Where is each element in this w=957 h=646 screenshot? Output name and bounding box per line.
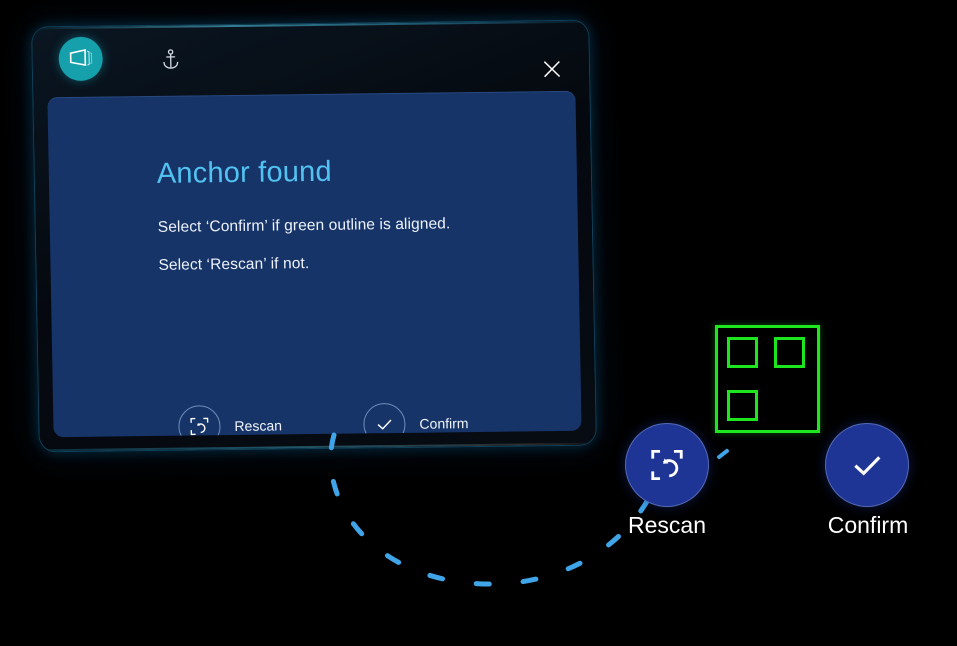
- panel-confirm-button[interactable]: Confirm: [363, 402, 469, 438]
- rescan-frame-refresh-icon: [651, 449, 683, 481]
- hologram-window-glyph: [69, 48, 93, 66]
- hologram-window-icon[interactable]: [58, 36, 104, 82]
- rescan-icon-ring: [178, 405, 221, 438]
- check-icon: [854, 456, 881, 476]
- panel-rescan-button[interactable]: Rescan: [178, 404, 283, 438]
- check-icon: [377, 419, 392, 430]
- floating-rescan-label: Rescan: [628, 512, 706, 538]
- marker-cell-top-left: [727, 337, 758, 368]
- marker-cell-top-right: [774, 337, 805, 368]
- dialog-heading: Anchor found: [156, 155, 333, 190]
- marker-cell-bottom-left: [727, 390, 758, 421]
- anchor-icon[interactable]: [156, 46, 185, 74]
- floating-confirm-label: Confirm: [827, 512, 909, 538]
- panel-titlebar: [32, 21, 589, 100]
- close-icon: [543, 60, 561, 78]
- anchor-dialog-panel: Anchor found Select ‘Confirm’ if green o…: [32, 20, 596, 452]
- floating-confirm-button[interactable]: [825, 423, 909, 507]
- panel-rescan-label: Rescan: [234, 417, 283, 434]
- mixed-reality-scene: Anchor found Select ‘Confirm’ if green o…: [0, 0, 957, 646]
- dialog-instruction-2: Select ‘Rescan’ if not.: [158, 255, 310, 274]
- anchor-qr-marker: [715, 325, 820, 433]
- rescan-frame-refresh-icon: [190, 417, 209, 436]
- dialog-content: Anchor found Select ‘Confirm’ if green o…: [47, 90, 582, 438]
- dialog-instruction-1: Select ‘Confirm’ if green outline is ali…: [157, 215, 451, 236]
- anchor-glyph: [163, 49, 179, 69]
- close-button[interactable]: [537, 54, 568, 84]
- connector-dash-segment: [716, 448, 730, 460]
- floating-rescan-button[interactable]: [625, 423, 709, 507]
- panel-confirm-label: Confirm: [419, 415, 469, 432]
- confirm-icon-ring: [363, 402, 406, 438]
